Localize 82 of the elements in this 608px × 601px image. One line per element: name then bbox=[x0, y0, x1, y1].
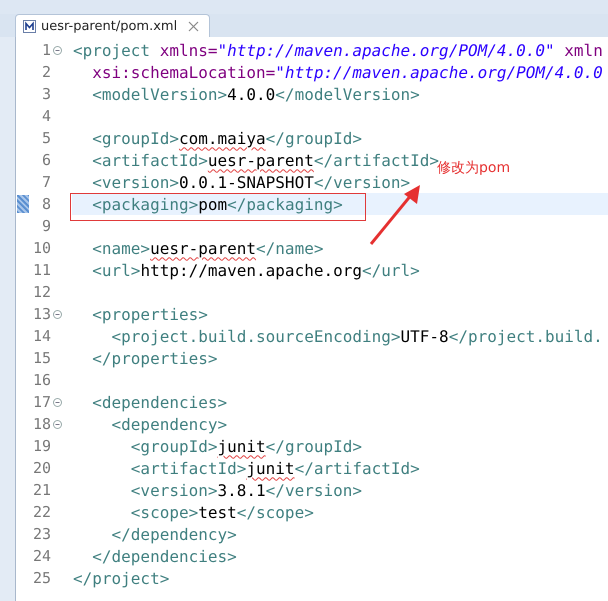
xml-tag: <artifactId> bbox=[73, 150, 208, 170]
attribute-name: xsi:schemaLocation= bbox=[91, 62, 276, 82]
line-number: 2 bbox=[40, 63, 51, 81]
line-number: 16 bbox=[32, 371, 51, 389]
xml-tag: <version> bbox=[73, 172, 179, 192]
file-icon bbox=[23, 20, 36, 32]
attribute-name: xmlns= bbox=[158, 40, 218, 60]
element-text: junit bbox=[246, 458, 295, 478]
line-number: 11 bbox=[32, 261, 51, 279]
xml-tag: </dependencies> bbox=[73, 546, 237, 566]
xml-tag: <version> bbox=[73, 480, 218, 500]
line-number: 24 bbox=[32, 547, 51, 565]
element-text: uesr-parent bbox=[208, 150, 314, 170]
xml-tag: <packaging> bbox=[73, 194, 198, 214]
close-icon[interactable] bbox=[188, 20, 200, 32]
line-number: 3 bbox=[40, 85, 51, 103]
xml-tag: <project bbox=[73, 40, 150, 60]
line-number: 18 bbox=[32, 415, 51, 433]
line-number: 7 bbox=[40, 173, 51, 191]
line-number: 12 bbox=[32, 283, 51, 301]
attribute-value: "http://maven.apache.org/POM/4.0.0" bbox=[218, 40, 555, 60]
element-text: junit bbox=[218, 436, 266, 456]
line-number: 10 bbox=[32, 239, 51, 257]
line-number: 17 bbox=[32, 393, 51, 411]
element-text: uesr-parent bbox=[150, 238, 256, 258]
xml-tag: </packaging> bbox=[227, 194, 343, 214]
line-number: 9 bbox=[40, 217, 51, 235]
line-number: 13 bbox=[32, 305, 51, 323]
xml-tag: </properties> bbox=[73, 348, 218, 368]
element-text: 3.8.1 bbox=[218, 480, 266, 500]
element-text: 0.0.1-SNAPSHOT bbox=[178, 172, 314, 192]
xml-tag: <properties> bbox=[73, 304, 208, 324]
xml-tag: </name> bbox=[256, 238, 324, 258]
line-number: 21 bbox=[32, 481, 51, 499]
collapse-icon[interactable] bbox=[52, 398, 62, 406]
xml-tag: <modelVersion> bbox=[73, 84, 228, 104]
xml-tag: </scope> bbox=[236, 502, 314, 522]
xml-tag: <groupId> bbox=[73, 128, 179, 148]
line-number: 19 bbox=[32, 437, 51, 455]
xml-tag: </groupId> bbox=[266, 436, 362, 456]
annotation-note: 修改为pom bbox=[437, 160, 510, 177]
xml-tag: <url> bbox=[73, 260, 140, 280]
xml-tag: <dependencies> bbox=[73, 392, 228, 412]
xml-tag: </dependency> bbox=[73, 524, 237, 544]
line-number: 25 bbox=[32, 569, 51, 587]
line-number: 6 bbox=[40, 151, 51, 169]
attribute-value: "http://maven.apache.org/POM/4.0.0 bbox=[275, 62, 603, 82]
editor-tab[interactable]: uesr-parent/pom.xml bbox=[15, 14, 210, 37]
xml-tag: </modelVersion> bbox=[275, 84, 420, 104]
line-number: 20 bbox=[32, 459, 51, 477]
attribute-name: xmln bbox=[563, 40, 603, 60]
element-text: 4.0.0 bbox=[227, 84, 276, 104]
line-number: 22 bbox=[32, 503, 51, 521]
xml-tag: <artifactId> bbox=[73, 458, 246, 478]
line-number: 14 bbox=[32, 327, 51, 345]
element-text: com.maiya bbox=[178, 128, 266, 148]
line-number: 23 bbox=[32, 525, 51, 543]
xml-tag: <dependency> bbox=[73, 414, 228, 434]
xml-tag: </project> bbox=[73, 568, 170, 588]
change-marker bbox=[17, 195, 29, 213]
collapse-icon[interactable] bbox=[52, 310, 62, 318]
collapse-icon[interactable] bbox=[52, 46, 62, 54]
xml-tag: </groupId> bbox=[266, 128, 362, 148]
line-number: 1 bbox=[40, 41, 51, 59]
xml-tag: <groupId> bbox=[73, 436, 218, 456]
xml-tag: </version> bbox=[266, 480, 362, 500]
xml-tag: <project.build.sourceEncoding> bbox=[73, 326, 401, 346]
xml-tag: </project.build. bbox=[448, 326, 603, 346]
line-number: 5 bbox=[40, 129, 51, 147]
xml-tag: <scope> bbox=[73, 502, 198, 522]
line-number: 4 bbox=[40, 107, 51, 125]
xml-tag: </url> bbox=[362, 260, 420, 280]
element-text: UTF-8 bbox=[400, 326, 449, 346]
xml-tag: </version> bbox=[314, 172, 410, 192]
collapse-icon[interactable] bbox=[52, 420, 62, 428]
xml-tag: </artifactId> bbox=[294, 458, 420, 478]
line-number: 8 bbox=[40, 195, 51, 213]
element-text: test bbox=[198, 502, 237, 522]
xml-tag: <name> bbox=[73, 238, 150, 258]
element-text: http://maven.apache.org bbox=[140, 260, 362, 280]
element-text: pom bbox=[198, 194, 228, 214]
line-number: 15 bbox=[32, 349, 51, 367]
